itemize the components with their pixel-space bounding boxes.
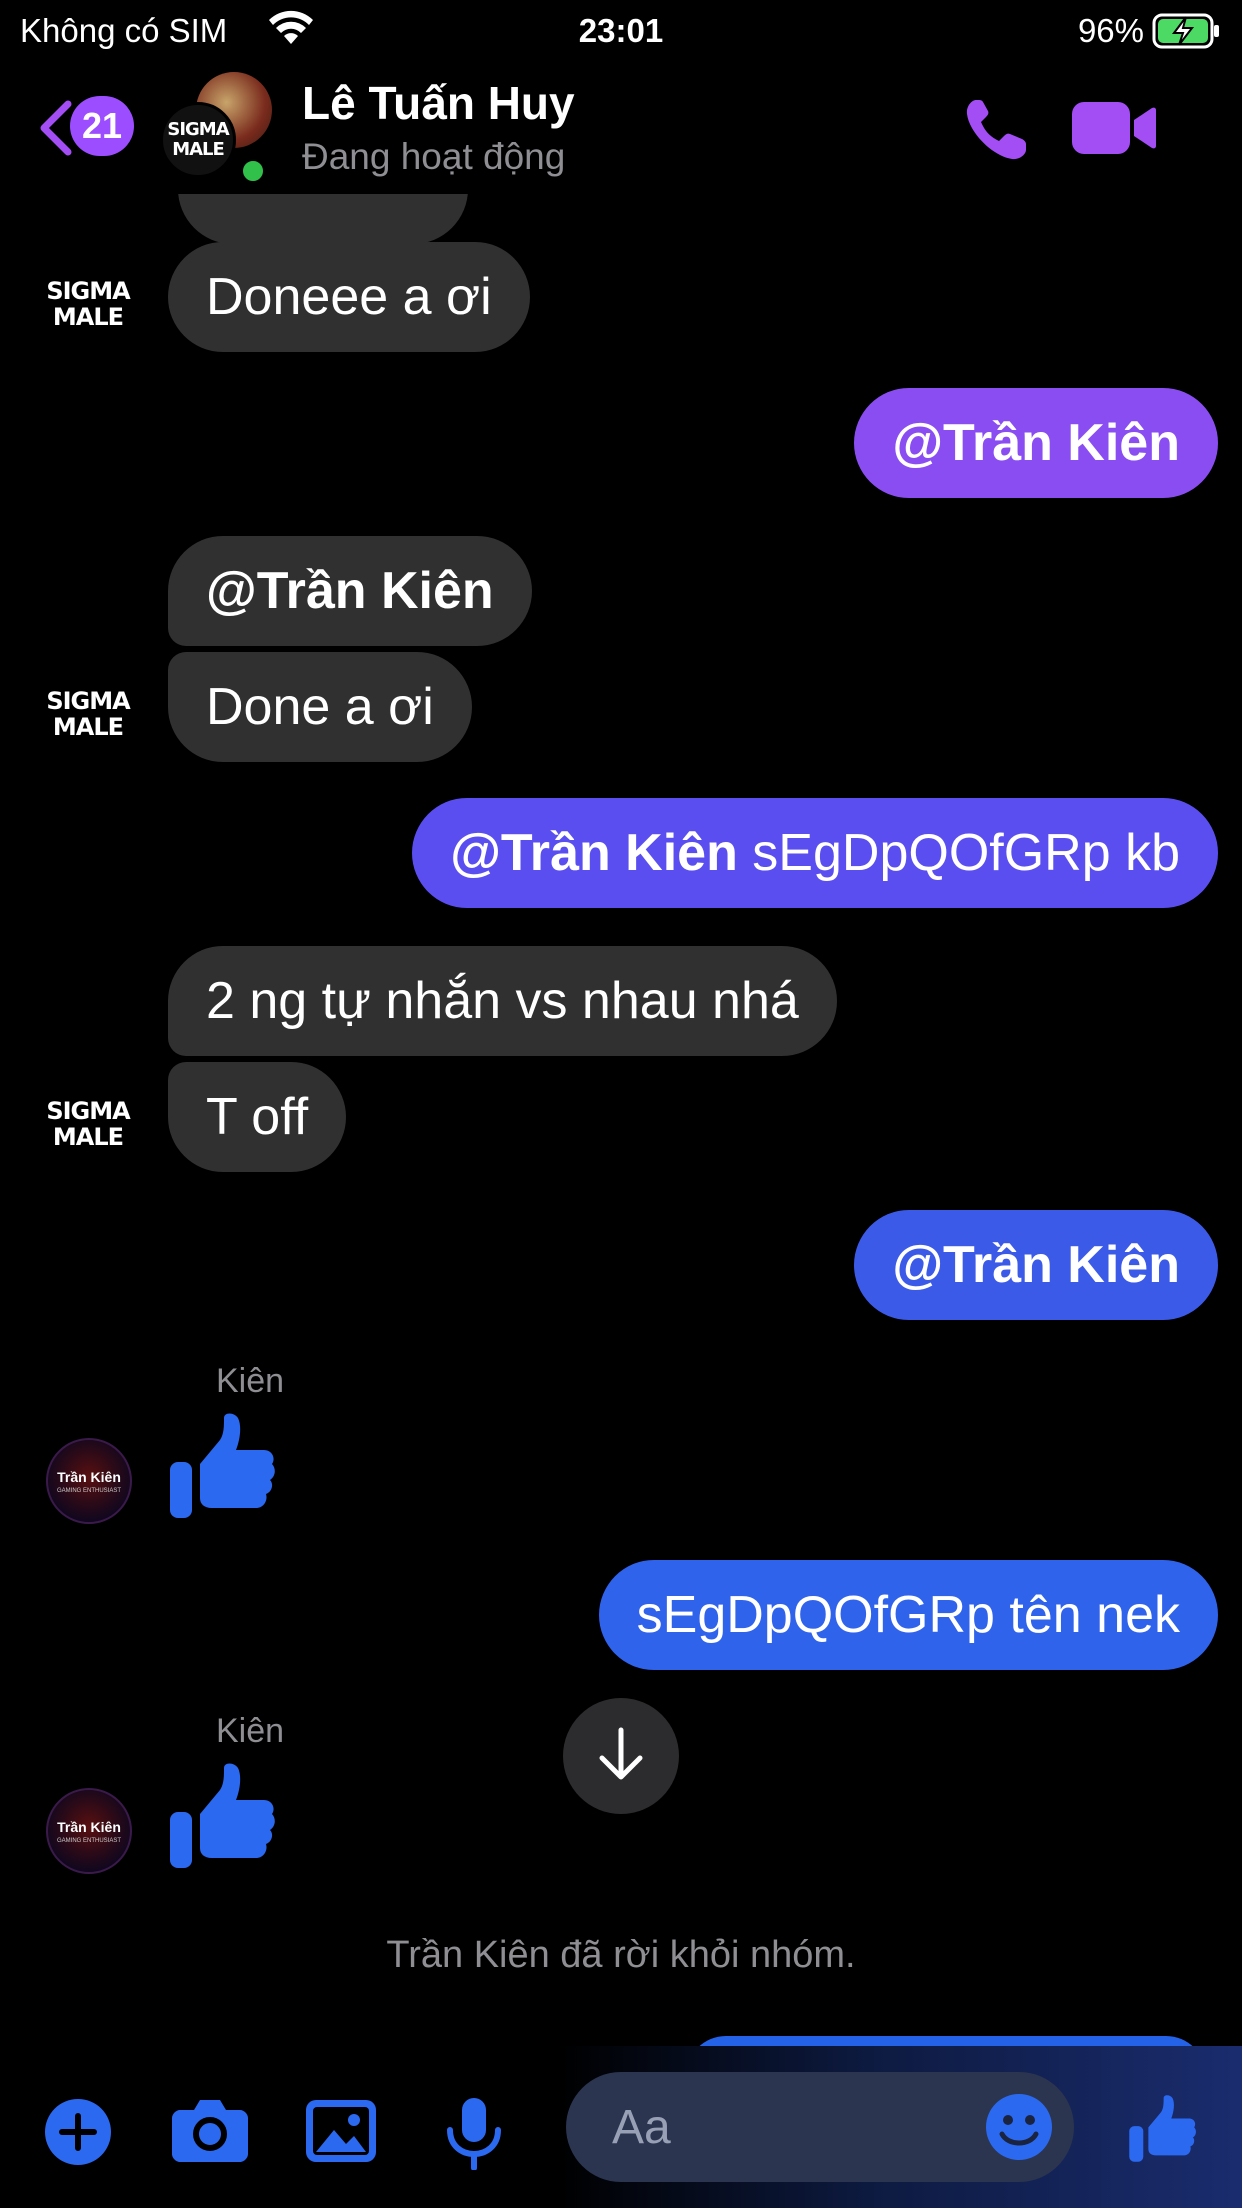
contact-name[interactable]: Lê Tuấn Huy <box>302 76 575 130</box>
sender-name: Kiên <box>216 1362 285 1400</box>
arrow-down-icon <box>596 1726 646 1787</box>
clock: 23:01 <box>578 12 664 49</box>
sigma-text-line1: SIGMA <box>167 119 229 140</box>
sender-avatar[interactable]: SIGMA MALE <box>46 678 130 750</box>
group-avatar[interactable]: SIGMA MALE <box>160 72 272 186</box>
emoji-icon[interactable] <box>984 2092 1054 2167</box>
phone-icon[interactable] <box>962 94 1032 164</box>
system-message: Trần Kiên đã rời khỏi nhóm. <box>386 1934 856 1976</box>
photo-gallery-icon[interactable] <box>306 2098 376 2169</box>
message-bubble-outgoing[interactable]: @Trần Kiên <box>854 388 1218 498</box>
mention[interactable]: @Trần Kiên <box>450 824 738 882</box>
like-send-thumbs-up-icon[interactable] <box>1128 2092 1198 2169</box>
message-bubble-incoming[interactable]: Done a ơi <box>168 652 472 762</box>
status-bar: Không có SIM 23:01 96% <box>0 0 1242 62</box>
message-bubble-outgoing[interactable]: sEgDpQOfGRp tên nek <box>598 1560 1218 1670</box>
mention[interactable]: @Trần Kiên <box>892 1236 1180 1294</box>
unread-count-badge: 21 <box>70 96 134 156</box>
sigma-text-line1: SIGMA <box>46 687 130 715</box>
message-bubble-outgoing[interactable]: @Trần Kiên <box>854 1210 1218 1320</box>
battery-percent: 96% <box>1077 12 1144 49</box>
microphone-icon[interactable] <box>446 2098 502 2175</box>
message-bubble-incoming[interactable]: T off <box>168 1062 347 1172</box>
sender-avatar[interactable]: Trần Kiên GAMING ENTHUSIAST <box>46 1438 132 1524</box>
sigma-text-line1: SIGMA <box>46 1097 130 1125</box>
avatar-name-text: Trần Kiên <box>57 1818 121 1835</box>
online-indicator <box>238 156 268 186</box>
contact-status: Đang hoạt động <box>302 136 566 177</box>
back-button[interactable]: 21 <box>36 96 140 156</box>
composer-bar: Aa <box>0 2046 1242 2208</box>
sender-name: Kiên <box>216 1712 285 1750</box>
avatar-sub-text: GAMING ENTHUSIAST <box>56 1487 121 1494</box>
video-call-icon[interactable] <box>1072 98 1156 158</box>
message-text: sEgDpQOfGRp kb <box>737 824 1180 882</box>
sigma-text-line2: MALE <box>52 713 124 741</box>
sigma-text-line2: MALE <box>172 139 225 160</box>
sigma-text-line2: MALE <box>52 303 124 331</box>
message-bubble-incoming[interactable]: 2 ng tự nhắn vs nhau nhá <box>168 946 837 1056</box>
message-bubble-incoming[interactable]: @Trần Kiên <box>168 536 532 646</box>
camera-icon[interactable] <box>172 2098 248 2167</box>
sender-avatar[interactable]: Trần Kiên GAMING ENTHUSIAST <box>46 1788 132 1874</box>
conversation-header: 21 SIGMA MALE Lê Tuấn Huy Đang hoạt động <box>0 62 1242 194</box>
mention[interactable]: @Trần Kiên <box>892 414 1180 472</box>
like-thumbs-up-icon[interactable] <box>168 1760 278 1870</box>
like-thumbs-up-icon[interactable] <box>168 1410 278 1520</box>
message-input[interactable]: Aa <box>566 2072 1074 2182</box>
sigma-text-line1: SIGMA <box>46 277 130 305</box>
avatar-primary: SIGMA MALE <box>160 102 236 178</box>
avatar-sub-text: GAMING ENTHUSIAST <box>56 1837 121 1844</box>
message-input-placeholder: Aa <box>612 2101 671 2154</box>
mention[interactable]: @Trần Kiên <box>206 562 494 620</box>
battery-charging-icon <box>1152 13 1222 57</box>
message-bubble-incoming[interactable]: Doneee a ơi <box>168 242 530 352</box>
plus-icon[interactable] <box>44 2098 112 2171</box>
sender-avatar[interactable]: SIGMA MALE <box>46 268 130 340</box>
sigma-text-line2: MALE <box>52 1123 124 1151</box>
message-bubble-outgoing[interactable]: @Trần Kiên sEgDpQOfGRp kb <box>412 798 1218 908</box>
sender-avatar[interactable]: SIGMA MALE <box>46 1088 130 1160</box>
scroll-to-bottom-button[interactable] <box>563 1698 679 1814</box>
avatar-name-text: Trần Kiên <box>57 1468 121 1485</box>
